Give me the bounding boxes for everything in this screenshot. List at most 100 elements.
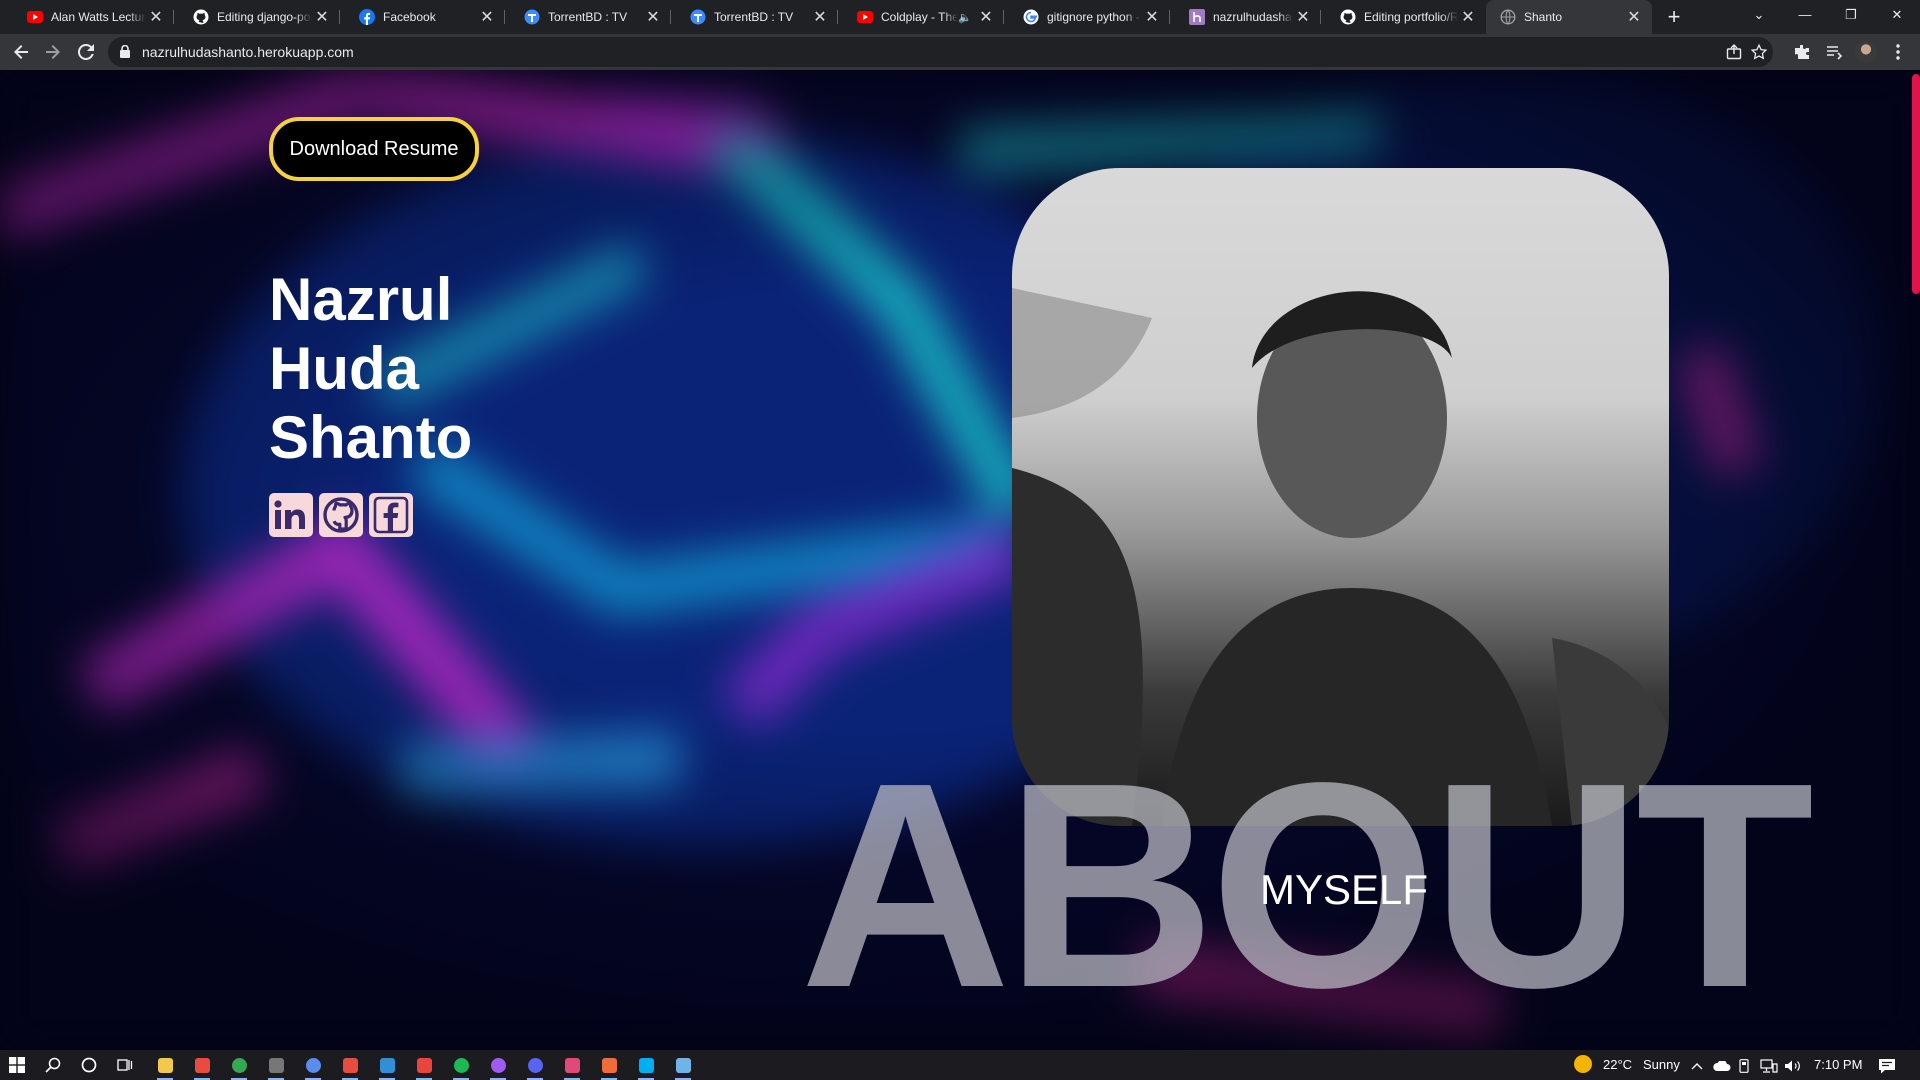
share-icon[interactable] [1724,42,1744,62]
tab-close-icon[interactable]: ✕ [643,7,663,27]
tray-chevron-up-icon[interactable] [1691,1050,1703,1080]
browser-tab[interactable]: nazrulhudashanto✕ [1170,0,1321,34]
github-icon [193,9,209,25]
usb-drive-icon[interactable] [1738,1050,1750,1080]
tab-close-icon[interactable]: ✕ [312,7,332,27]
minimize-button[interactable]: — [1782,0,1828,34]
github-icon[interactable] [319,493,363,537]
notification-icon[interactable] [1878,1050,1896,1080]
page-scrollbar-thumb[interactable] [1912,74,1920,294]
browser-tab[interactable]: Shanto ✕ [1486,0,1652,34]
tab-close-icon[interactable]: ✕ [1624,7,1644,27]
weather-temp[interactable]: 22°C [1603,1050,1632,1080]
tab-strip: + ⌄ — ❐ ✕ Alan Watts Lecture ✕ Editing dja… [0,0,1920,34]
windows-taskbar: 22°C Sunny 7:10 PM [0,1050,1920,1080]
tab-close-icon[interactable]: ✕ [1142,7,1162,27]
tab-close-icon[interactable]: ✕ [146,7,166,27]
facebook-icon[interactable] [369,493,413,537]
reading-list-icon[interactable] [1822,40,1846,64]
app-pink-icon[interactable] [560,1053,584,1080]
tab-close-icon[interactable]: ✕ [1458,7,1478,27]
clock-time[interactable]: 7:10 PM [1814,1050,1862,1080]
browser-tab[interactable]: Editing portfolio/R ✕ [1321,0,1486,34]
back-icon[interactable] [9,40,33,64]
file-explorer-icon[interactable] [153,1053,177,1080]
name-line-middle: Huda [269,335,419,402]
download-resume-button[interactable]: Download Resume [269,117,479,181]
keyboard-icon[interactable] [671,1053,695,1080]
onedrive-icon[interactable] [1713,1050,1731,1080]
browser-tab[interactable]: Editing django-por ✕ [174,0,340,34]
weather-desc[interactable]: Sunny [1643,1050,1680,1080]
cortana-icon[interactable] [77,1053,101,1077]
app-red-icon[interactable] [412,1053,436,1080]
facebook-icon [359,9,375,25]
name-line-first: Nazrul [269,266,453,333]
tab-title: Alan Watts Lecture [51,10,146,24]
maximize-button[interactable]: ❐ [1828,0,1874,34]
chrome-icon[interactable] [227,1053,251,1080]
browser-tab[interactable]: Alan Watts Lecture ✕ [8,0,174,34]
new-tab-button[interactable]: + [1660,4,1688,30]
name-line-last: Shanto [269,404,473,471]
tab-title: TorrentBD : TV [548,10,628,24]
tab-title: Editing django-por [217,10,312,24]
linkedin-icon[interactable] [269,493,313,537]
discord-icon[interactable] [523,1053,547,1080]
tab-search-button[interactable]: ⌄ [1736,0,1782,34]
torrentbd-icon [524,9,540,25]
tab-close-icon[interactable]: ✕ [1293,7,1313,27]
extensions-icon[interactable] [1790,40,1814,64]
tab-title: Editing portfolio/R [1364,10,1458,24]
office-icon[interactable] [190,1053,214,1080]
tab-title: gitignore python - [1047,10,1140,24]
weather-icon[interactable] [1574,1050,1592,1080]
heroku-icon [1189,9,1205,25]
messenger-icon[interactable] [486,1053,510,1080]
skype-icon[interactable] [634,1053,658,1080]
tab-title: nazrulhudashanto [1213,10,1293,24]
url-text[interactable]: nazrulhudashanto.herokuapp.com [142,37,354,67]
search-icon[interactable] [41,1053,65,1077]
browser-tab[interactable]: TorrentBD : TV ✕ [671,0,838,34]
task-view-icon[interactable] [113,1053,137,1077]
globe-app-icon[interactable] [301,1053,325,1080]
tab-close-icon[interactable]: ✕ [976,7,996,27]
volume-icon[interactable] [1784,1050,1802,1080]
window-close-button[interactable]: ✕ [1874,0,1920,34]
lock-icon[interactable] [120,44,130,63]
browser-tab[interactable]: gitignore python - ✕ [1004,0,1170,34]
tab-audio-icon[interactable]: 🔈 [958,11,972,24]
office-icon[interactable] [338,1053,362,1080]
globe-icon [1500,9,1516,25]
vscode-icon[interactable] [375,1053,399,1080]
social-links [269,493,413,537]
app-orange-icon[interactable] [597,1053,621,1080]
windows-start-icon[interactable] [5,1053,29,1077]
mouse-icon[interactable] [264,1053,288,1080]
reload-icon[interactable] [74,40,98,64]
profile-name: Nazrul Huda Shanto [269,265,472,472]
browser-toolbar: nazrulhudashanto.herokuapp.com [0,34,1920,71]
tab-close-icon[interactable]: ✕ [810,7,830,27]
browser-tab[interactable]: Facebook ✕ [340,0,505,34]
profile-avatar-icon[interactable] [1854,40,1878,64]
network-icon[interactable] [1760,1050,1778,1080]
tab-title: Coldplay - The [881,10,959,24]
tab-title: Shanto [1524,10,1563,24]
torrentbd-icon [690,9,706,25]
bookmark-star-icon[interactable] [1749,42,1769,62]
browser-menu-icon[interactable] [1886,40,1910,64]
tab-close-icon[interactable]: ✕ [477,7,497,27]
tab-title: Facebook [383,10,436,24]
youtube-icon [857,9,873,25]
browser-tab[interactable]: TorrentBD : TV ✕ [505,0,671,34]
google-icon [1023,9,1039,25]
spotify-icon[interactable] [449,1053,473,1080]
browser-tab[interactable]: Coldplay - The 🔈 ✕ [838,0,1004,34]
forward-icon[interactable] [41,40,65,64]
tab-title: TorrentBD : TV [714,10,794,24]
youtube-icon [27,9,43,25]
webpage: Download Resume Nazrul Huda Shanto ABOUT… [0,70,1920,1050]
address-bar[interactable]: nazrulhudashanto.herokuapp.com [108,37,1773,67]
